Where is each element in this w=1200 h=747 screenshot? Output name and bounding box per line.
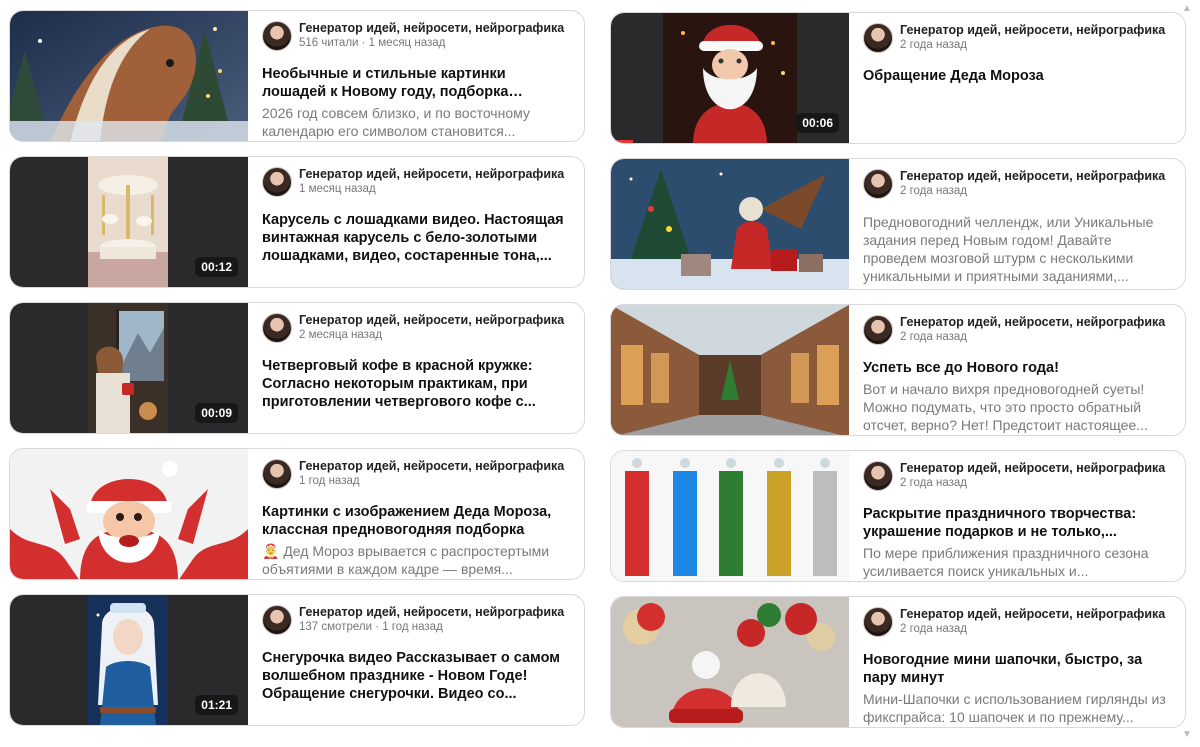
video-duration: 00:06 [796, 113, 839, 133]
post-meta: 2 месяца назад [299, 329, 383, 341]
thumbnail-horse[interactable] [10, 11, 248, 141]
article-snippet: Вот и начало вихря предновогодней суеты!… [863, 381, 1148, 433]
video-duration: 00:09 [195, 403, 238, 423]
article-title[interactable]: Успеть все до Нового года! [863, 359, 1171, 377]
channel-name[interactable]: Генератор идей, нейросети, нейрографика [900, 169, 1165, 184]
channel-name[interactable]: Генератор идей, нейросети, нейрографика [299, 167, 564, 182]
article-snippet: 🤶 Дед Мороз врывается с распростертыми о… [262, 543, 550, 577]
thumbnail-mini-hats[interactable] [611, 597, 849, 727]
channel-name[interactable]: Генератор идей, нейросети, нейрографика [900, 461, 1165, 476]
video-card[interactable]: 00:12 Генератор идей, нейросети, нейрогр… [9, 156, 585, 288]
video-card[interactable]: 01:21 Генератор идей, нейросети, нейрогр… [9, 594, 585, 726]
channel-avatar[interactable] [863, 169, 893, 199]
post-meta: 2 года назад [900, 331, 967, 343]
thumbnail-dragon-santa[interactable] [611, 159, 849, 289]
article-title[interactable]: Раскрытие праздничного творчества: украш… [863, 505, 1171, 541]
video-title[interactable]: Обращение Деда Мороза [863, 67, 1171, 85]
feed-column-right: 00:06 Генератор идей, нейросети, нейрогр… [610, 12, 1186, 728]
channel-avatar[interactable] [863, 23, 893, 53]
video-title[interactable]: Четверговый кофе в красной кружке: Согла… [262, 357, 570, 411]
video-duration: 01:21 [195, 695, 238, 715]
video-title[interactable]: Карусель с лошадками видео. Настоящая ви… [262, 211, 570, 265]
post-meta: 2 года назад [900, 623, 967, 635]
article-title[interactable]: Картинки с изображением Деда Мороза, кла… [262, 503, 570, 539]
video-card[interactable]: 00:06 Генератор идей, нейросети, нейрогр… [610, 12, 1186, 144]
article-title[interactable]: Новогодние мини шапочки, быстро, за пару… [863, 651, 1171, 687]
channel-avatar[interactable] [262, 605, 292, 635]
article-card[interactable]: Генератор идей, нейросети, нейрографика … [610, 596, 1186, 728]
channel-name[interactable]: Генератор идей, нейросети, нейрографика [299, 21, 564, 36]
channel-avatar[interactable] [262, 459, 292, 489]
channel-avatar[interactable] [863, 315, 893, 345]
video-title[interactable]: Снегурочка видео Рассказывает о самом во… [262, 649, 570, 703]
post-meta: 1 год назад [299, 475, 360, 487]
channel-avatar[interactable] [863, 461, 893, 491]
thumbnail-santa-photo[interactable]: 00:06 [611, 13, 849, 143]
channel-name[interactable]: Генератор идей, нейросети, нейрографика [900, 23, 1165, 38]
video-duration: 00:12 [195, 257, 238, 277]
feed-column-left: Генератор идей, нейросети, нейрографика … [9, 10, 585, 726]
channel-avatar[interactable] [262, 167, 292, 197]
post-meta: 2 года назад [900, 477, 967, 489]
article-card[interactable]: Генератор идей, нейросети, нейрографика … [610, 450, 1186, 582]
article-card[interactable]: Генератор идей, нейросети, нейрографика … [610, 158, 1186, 290]
channel-avatar[interactable] [262, 313, 292, 343]
thumbnail-snow-maiden[interactable]: 01:21 [10, 595, 248, 725]
article-card[interactable]: Генератор идей, нейросети, нейрографика … [9, 10, 585, 142]
post-meta: 2 года назад [900, 185, 967, 197]
article-snippet: По мере приближения праздничного сезона … [863, 545, 1149, 579]
video-card[interactable]: 00:09 Генератор идей, нейросети, нейрогр… [9, 302, 585, 434]
post-meta: 516 читали · 1 месяц назад [299, 37, 446, 49]
article-card[interactable]: Генератор идей, нейросети, нейрографика … [9, 448, 585, 580]
channel-avatar[interactable] [863, 607, 893, 637]
scroll-down-arrow-icon[interactable]: ▼ [1182, 729, 1192, 741]
thumbnail-santa-cartoon[interactable] [10, 449, 248, 579]
article-snippet: Предновогодний челлендж, или Уникальные … [863, 214, 1154, 284]
article-title[interactable]: Необычные и стильные картинки лошадей к … [262, 65, 570, 101]
channel-name[interactable]: Генератор идей, нейросети, нейрографика [299, 605, 564, 620]
watch-progress-bar [611, 140, 633, 143]
post-meta: 137 смотрели · 1 год назад [299, 621, 443, 633]
channel-name[interactable]: Генератор идей, нейросети, нейрографика [299, 313, 564, 328]
thumbnail-shopping-arcade[interactable] [611, 305, 849, 435]
post-meta: 1 месяц назад [299, 183, 376, 195]
channel-name[interactable]: Генератор идей, нейросети, нейрографика [299, 459, 564, 474]
article-snippet: 2026 год совсем близко, и по восточному … [262, 105, 530, 139]
thumbnail-carousel[interactable]: 00:12 [10, 157, 248, 287]
post-meta: 2 года назад [900, 39, 967, 51]
thumbnail-tinsel-wire[interactable] [611, 451, 849, 581]
thumbnail-coffee-girl[interactable]: 00:09 [10, 303, 248, 433]
channel-name[interactable]: Генератор идей, нейросети, нейрографика [900, 607, 1165, 622]
article-snippet: Мини-Шапочки с использованием гирлянды и… [863, 691, 1166, 725]
channel-avatar[interactable] [262, 21, 292, 51]
channel-name[interactable]: Генератор идей, нейросети, нейрографика [900, 315, 1165, 330]
article-card[interactable]: Генератор идей, нейросети, нейрографика … [610, 304, 1186, 436]
